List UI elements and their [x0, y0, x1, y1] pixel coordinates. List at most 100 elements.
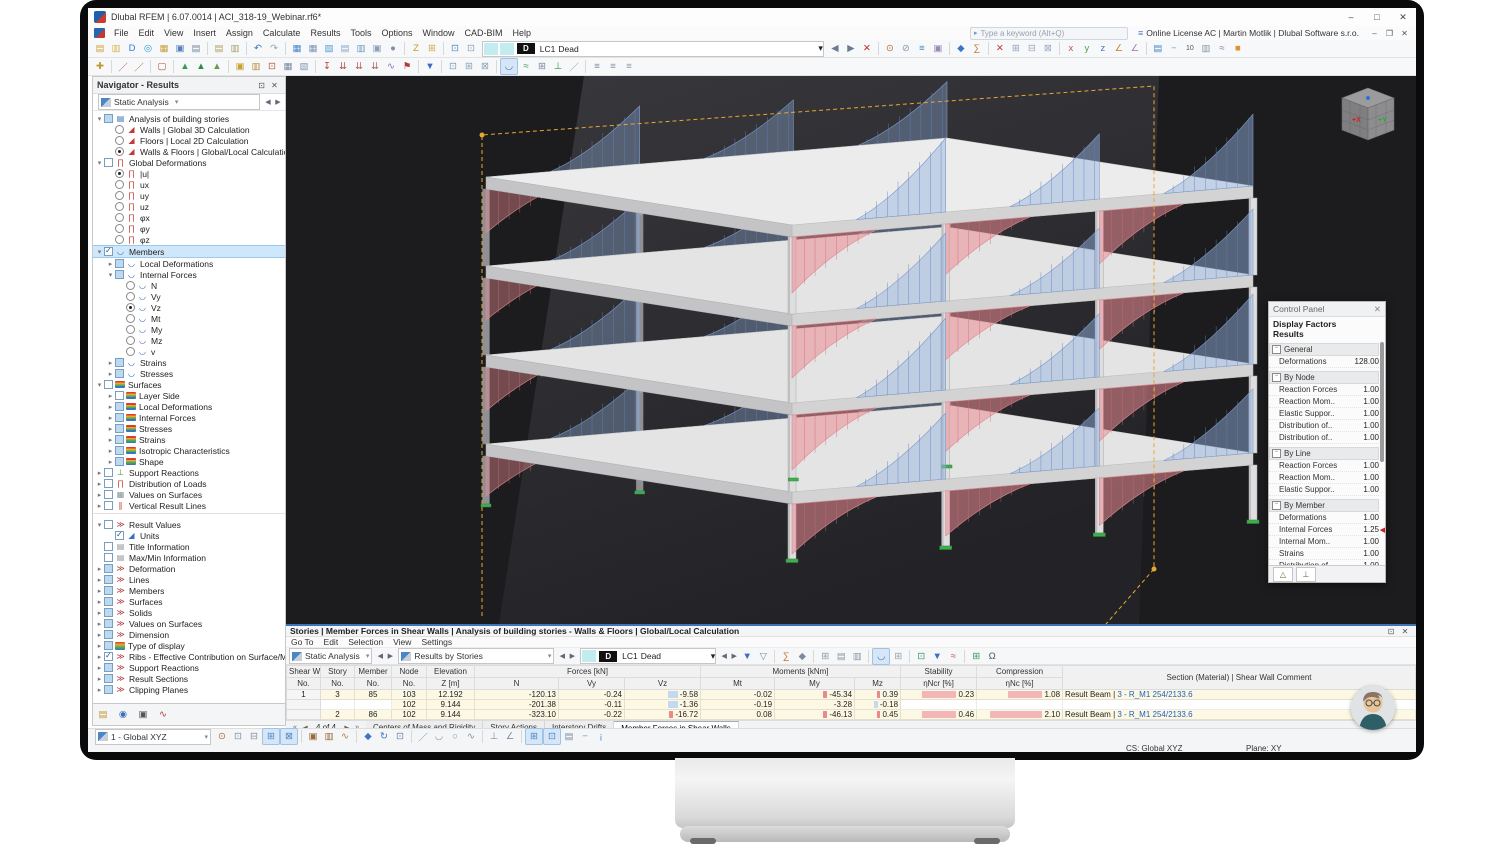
- tree-item-ux[interactable]: ∏ux: [93, 179, 285, 190]
- close-button[interactable]: ✕: [1390, 9, 1416, 25]
- tree-checkbox[interactable]: [104, 630, 113, 639]
- cp-section-header[interactable]: −By Line: [1269, 447, 1379, 460]
- grid-icon[interactable]: ⊞: [890, 649, 906, 664]
- col-subheader[interactable]: Mt: [701, 678, 775, 690]
- table-cell[interactable]: -120.13: [475, 690, 559, 700]
- mdi-restore-button[interactable]: ❐: [1382, 29, 1397, 38]
- table-cell[interactable]: 102: [392, 710, 427, 720]
- cp-section-header[interactable]: −By Member: [1269, 499, 1379, 512]
- tree-checkbox[interactable]: [104, 380, 113, 389]
- tree-item-internal-forces[interactable]: ▾◡Internal Forces: [93, 269, 285, 280]
- filter-all-icon[interactable]: ▽: [755, 649, 771, 664]
- tree-item-vz[interactable]: ◡Vz: [93, 302, 285, 313]
- save-icon[interactable]: ▣: [172, 41, 188, 56]
- tree-checkbox[interactable]: [115, 402, 124, 411]
- table-cell[interactable]: -0.24: [559, 690, 625, 700]
- minus-icon[interactable]: −: [577, 729, 593, 744]
- tree-checkbox[interactable]: [115, 413, 124, 422]
- tree-item-my[interactable]: ◡My: [93, 324, 285, 335]
- expand-arrow-icon[interactable]: ▾: [95, 248, 104, 256]
- draw-spline-icon[interactable]: ∿: [463, 729, 479, 744]
- col-header-No.[interactable]: Member: [355, 666, 392, 678]
- menu-window[interactable]: Window: [418, 28, 460, 38]
- expand-arrow-icon[interactable]: ▸: [95, 642, 104, 650]
- surface-new-icon[interactable]: ▲: [177, 59, 193, 74]
- tree-checkbox[interactable]: [104, 685, 113, 694]
- table-menu-go-to[interactable]: Go To: [286, 637, 319, 647]
- expand-arrow-icon[interactable]: ▾: [95, 521, 104, 529]
- load-free-icon[interactable]: ⇊: [367, 59, 383, 74]
- cp-factor-row[interactable]: Internal Forces1.25◀: [1269, 524, 1379, 536]
- view-globe-icon[interactable]: ●: [385, 41, 401, 56]
- tree-radio[interactable]: [126, 281, 135, 290]
- table-cell[interactable]: -0.22: [559, 710, 625, 720]
- draw-circle-icon[interactable]: ○: [447, 729, 463, 744]
- tree-checkbox[interactable]: [115, 531, 124, 540]
- tree-radio[interactable]: [115, 147, 124, 156]
- tree-item-max-min-information[interactable]: ▤Max/Min Information: [93, 552, 285, 563]
- print-table-icon[interactable]: ▤: [833, 649, 849, 664]
- factors-tab-icon[interactable]: △: [1273, 567, 1293, 582]
- opening-icon[interactable]: ▲: [209, 59, 225, 74]
- table-cell[interactable]: -45.34: [775, 690, 855, 700]
- edit-rotate-icon[interactable]: ↻: [376, 729, 392, 744]
- menu-options[interactable]: Options: [376, 28, 417, 38]
- cp-factor-row[interactable]: Reaction Mom..1.00: [1269, 396, 1379, 408]
- table-analysis-prev[interactable]: ◀: [375, 652, 385, 660]
- table-row[interactable]: 1029.144-201.38-0.11-1.36-0.19-3.28-0.18: [287, 700, 1416, 710]
- section-link[interactable]: 3 - R_M1 254/2133.6: [1117, 690, 1192, 699]
- undo-icon[interactable]: ↶: [250, 41, 266, 56]
- model-d-icon[interactable]: D: [124, 41, 140, 56]
- table-cell[interactable]: -3.28: [775, 700, 855, 710]
- tree-item-x[interactable]: ∏φx: [93, 212, 285, 223]
- display-eye-icon[interactable]: ◉: [115, 707, 131, 722]
- snap-guideline-icon[interactable]: ⊙: [214, 729, 230, 744]
- expand-arrow-icon[interactable]: ▾: [95, 381, 104, 389]
- expand-arrow-icon[interactable]: ▸: [95, 653, 104, 661]
- cp-factor-row[interactable]: Distribution of..1.00: [1269, 560, 1379, 565]
- stamp2-icon[interactable]: ▥: [1198, 41, 1214, 56]
- expand-arrow-icon[interactable]: ▾: [95, 159, 104, 167]
- col-header-Z [m][interactable]: Elevation: [427, 666, 475, 678]
- expand-arrow-icon[interactable]: ▸: [95, 620, 104, 628]
- tree-item-shape[interactable]: ▸Shape: [93, 456, 285, 467]
- tree-checkbox[interactable]: [115, 391, 124, 400]
- tree-item-type-of-display[interactable]: ▸Type of display: [93, 640, 285, 651]
- import-icon[interactable]: ▦: [156, 41, 172, 56]
- export-2-icon[interactable]: ▥: [849, 649, 865, 664]
- tree-item-walls-floors-global-local-calculation[interactable]: ◢Walls & Floors | Global/Local Calculati…: [93, 146, 285, 157]
- table-cell[interactable]: 0.39: [855, 690, 901, 700]
- tree-item-vertical-result-lines[interactable]: ▸∥Vertical Result Lines: [93, 500, 285, 511]
- imperfection-icon[interactable]: ∿: [383, 59, 399, 74]
- tree-checkbox[interactable]: [115, 259, 124, 268]
- table-cell[interactable]: -9.58: [625, 690, 701, 700]
- tree-radio[interactable]: [126, 336, 135, 345]
- table-cell[interactable]: 1.08: [977, 690, 1063, 700]
- menu-view[interactable]: View: [159, 28, 188, 38]
- table-cell[interactable]: 0.46: [901, 710, 977, 720]
- expand-arrow-icon[interactable]: ▸: [106, 436, 115, 444]
- table-menu-view[interactable]: View: [388, 637, 416, 647]
- dash-3-icon[interactable]: ≡: [621, 59, 637, 74]
- table-cell[interactable]: -0.02: [701, 690, 775, 700]
- tree-radio[interactable]: [115, 191, 124, 200]
- col-subheader[interactable]: Mz: [855, 678, 901, 690]
- menu-help[interactable]: Help: [508, 28, 537, 38]
- tree-radio[interactable]: [126, 303, 135, 312]
- cp-factor-value[interactable]: 1.00: [1363, 461, 1379, 470]
- tree-checkbox[interactable]: [104, 619, 113, 628]
- hinge-icon[interactable]: ⊡: [264, 59, 280, 74]
- tree-item-layer-side[interactable]: ▸Layer Side: [93, 390, 285, 401]
- cp-factor-row[interactable]: Distribution of..1.00: [1269, 432, 1379, 444]
- table-cell[interactable]: [321, 700, 355, 710]
- table-cell[interactable]: [287, 710, 321, 720]
- tree-checkbox[interactable]: [104, 490, 113, 499]
- tree-checkbox[interactable]: [104, 575, 113, 584]
- expand-arrow-icon[interactable]: ▸: [106, 447, 115, 455]
- table-cell[interactable]: 102: [392, 700, 427, 710]
- table-cell[interactable]: -0.19: [701, 700, 775, 710]
- refine-icon[interactable]: ▧: [296, 59, 312, 74]
- clear-cube-icon[interactable]: ✕: [992, 41, 1008, 56]
- tree-checkbox[interactable]: [104, 674, 113, 683]
- table-results-select[interactable]: Results by Stories▾: [398, 648, 554, 664]
